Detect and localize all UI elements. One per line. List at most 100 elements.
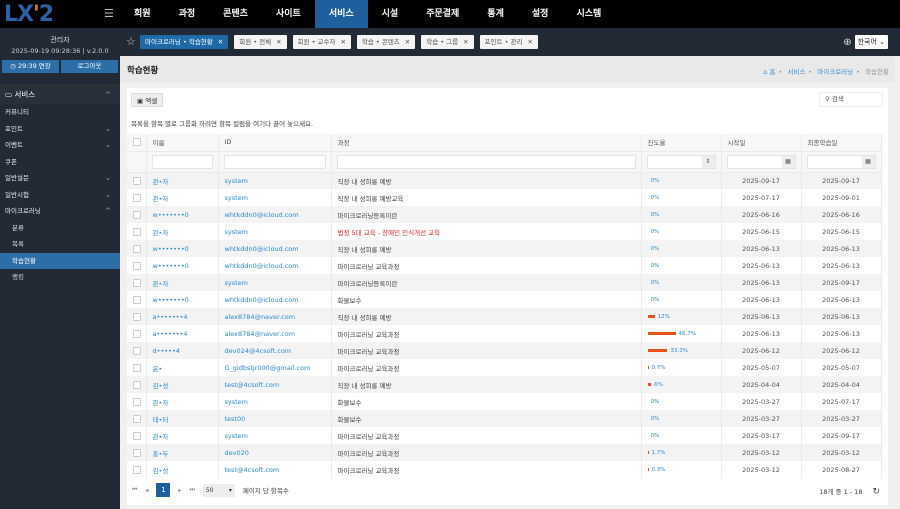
column-header-id[interactable]: ID (218, 134, 332, 152)
cell-id[interactable]: whtkddn0@icloud.com (218, 240, 332, 257)
close-icon[interactable]: ✕ (340, 38, 345, 46)
calendar-icon[interactable]: ▦ (861, 155, 875, 168)
filter-course-input[interactable] (336, 154, 636, 169)
cell-id[interactable]: G_gidbstjr000@gmail.com (218, 359, 332, 376)
cell-id[interactable]: system (218, 393, 332, 410)
table-row[interactable]: a•••••••4 alex8784@naver.com 직장 내 성희롱 예방… (127, 308, 882, 325)
favorite-star-icon[interactable]: ☆ (126, 36, 136, 47)
nav-item[interactable]: 주문결제 (412, 0, 473, 28)
table-row[interactable]: 관•자 system 마이크로러닝등록이란 0% 2025-06-13 2025… (127, 274, 882, 291)
nav-item[interactable]: 시설 (368, 0, 413, 28)
table-row[interactable]: 관•자 system 직장 내 성희롱 예방 0% 2025-09-17 202… (127, 172, 882, 189)
cell-id[interactable]: system (218, 223, 332, 240)
sidebar-subitem[interactable]: 랭킹 (0, 269, 120, 286)
cell-id[interactable]: test00 (218, 410, 332, 427)
sidebar-item[interactable]: 일반시험 ⌄ (0, 187, 120, 204)
cell-name[interactable]: w•••••••0 (146, 257, 219, 274)
cell-id[interactable]: alex8784@naver.com (218, 308, 332, 325)
close-icon[interactable]: ✕ (527, 38, 532, 46)
close-icon[interactable]: ✕ (276, 38, 281, 46)
sidebar-group-service[interactable]: ▭ 서비스 ^ (0, 86, 120, 104)
nav-item[interactable]: 통계 (473, 0, 518, 28)
cell-id[interactable]: whtkddn0@icloud.com (218, 206, 332, 223)
cell-name[interactable]: 김•성 (146, 376, 219, 393)
table-row[interactable]: w•••••••0 whtkddn0@icloud.com 화물보수 0% 20… (127, 291, 882, 308)
table-row[interactable]: 홍•두 dev020 마이크로러닝 교육과정 1.7% 2025-03-12 2… (127, 444, 882, 461)
row-checkbox[interactable] (133, 465, 141, 474)
row-checkbox[interactable] (133, 414, 141, 423)
sidebar-subitem[interactable]: 분류 (0, 220, 120, 237)
cell-name[interactable]: 관•자 (146, 427, 219, 444)
refresh-icon[interactable]: ↻ (872, 487, 880, 497)
nav-item[interactable]: 설정 (518, 0, 563, 28)
table-row[interactable]: d•••••4 dev024@4csoft.com 마이크로러닝 교육과정 33… (127, 342, 882, 359)
column-header-progress[interactable]: 진도율 (641, 134, 722, 152)
cell-id[interactable]: system (218, 189, 332, 206)
sidebar-item[interactable]: 이벤트 ⌄ (0, 137, 120, 154)
cell-name[interactable]: 관•자 (146, 223, 219, 240)
first-page-icon[interactable]: ⏮ (132, 486, 137, 494)
session-extend-button[interactable]: ◷ 29:39 연장 (2, 60, 59, 73)
logout-button[interactable]: 로그아웃 (61, 60, 118, 73)
cell-id[interactable]: whtkddn0@icloud.com (218, 291, 332, 308)
table-row[interactable]: w•••••••0 whtkddn0@icloud.com 직장 내 성희롱 예… (127, 240, 882, 257)
open-tab[interactable]: 마이크로러닝 • 학습현황 ✕ (140, 35, 229, 49)
cell-name[interactable]: d•••••4 (146, 342, 219, 359)
nav-item[interactable]: 사이트 (262, 0, 315, 28)
row-checkbox[interactable] (133, 363, 141, 372)
table-row[interactable]: 김•성 test@4csoft.com 마이크로러닝 교육과정 0.3% 202… (127, 461, 882, 478)
row-checkbox[interactable] (133, 193, 141, 202)
table-row[interactable]: 김•성 test@4csoft.com 직장 내 성희롱 예방 6% 2025-… (127, 376, 882, 393)
sidebar-subitem[interactable]: 목록 (0, 236, 120, 253)
select-all-checkbox[interactable] (133, 138, 141, 147)
cell-name[interactable]: 김•성 (146, 461, 219, 478)
breadcrumb-service[interactable]: 서비스 (787, 68, 805, 76)
filter-start-date-input[interactable]: ▦ (726, 154, 796, 169)
cell-id[interactable]: alex8784@naver.com (218, 325, 332, 342)
nav-item[interactable]: 과정 (165, 0, 210, 28)
sidebar-item[interactable]: 마이크로러닝 ^ (0, 203, 120, 220)
cell-id[interactable]: whtkddn0@icloud.com (218, 257, 332, 274)
sidebar-item[interactable]: 포인트 ⌄ (0, 121, 120, 138)
cell-name[interactable]: 관•자 (146, 274, 219, 291)
sidebar-subitem[interactable]: 학습현황 (0, 252, 120, 269)
row-checkbox[interactable] (133, 397, 141, 406)
cell-name[interactable]: 관•자 (146, 172, 219, 189)
open-tab[interactable]: 학습 • 콘텐츠 ✕ (356, 35, 416, 49)
cell-name[interactable]: 윤• (146, 359, 219, 376)
close-icon[interactable]: ✕ (463, 38, 468, 46)
table-row[interactable]: 관•자 system 직장 내 성희롱 예방교육 0% 2025-07-17 2… (127, 189, 882, 206)
row-checkbox[interactable] (133, 176, 141, 185)
cell-name[interactable]: 홍•두 (146, 444, 219, 461)
page-1-button[interactable]: 1 (156, 483, 171, 497)
table-row[interactable]: 테•터 test00 화물보수 0% 2025-03-27 2025-03-27 (127, 410, 882, 427)
cell-id[interactable]: test@4csoft.com (218, 376, 332, 393)
column-header-start-date[interactable]: 시작일 (721, 134, 802, 152)
column-header-last-date[interactable]: 최종학습일 (801, 134, 882, 152)
menu-icon[interactable]: ☰ (104, 7, 114, 20)
next-page-icon[interactable]: ▸ (178, 487, 181, 494)
cell-name[interactable]: w•••••••0 (146, 206, 219, 223)
cell-id[interactable]: dev024@4csoft.com (218, 342, 332, 359)
table-row[interactable]: a•••••••4 alex8784@naver.com 마이크로러닝 교육과정… (127, 325, 882, 342)
row-checkbox[interactable] (133, 312, 141, 321)
row-checkbox[interactable] (133, 278, 141, 287)
cell-id[interactable]: test@4csoft.com (218, 461, 332, 478)
cell-id[interactable]: dev020 (218, 444, 332, 461)
row-checkbox[interactable] (133, 210, 141, 219)
cell-id[interactable]: system (218, 172, 332, 189)
nav-item[interactable]: 시스템 (562, 0, 615, 28)
language-select[interactable]: 한국어 ⌄ (854, 35, 888, 49)
row-checkbox[interactable] (133, 227, 141, 236)
row-checkbox[interactable] (133, 448, 141, 457)
table-row[interactable]: 관•자 system 화물보수 0% 2025-03-27 2025-07-17 (127, 393, 882, 410)
prev-page-icon[interactable]: ◂ (145, 487, 148, 494)
cell-name[interactable]: 관•자 (146, 393, 219, 410)
cell-name[interactable]: a•••••••4 (146, 325, 219, 342)
excel-export-button[interactable]: ▣ 엑셀 (131, 93, 164, 107)
column-header-course[interactable]: 과정 (331, 134, 642, 152)
filter-progress-input[interactable]: ⇕ (646, 154, 716, 169)
row-checkbox[interactable] (133, 346, 141, 355)
open-tab[interactable]: 회원 • 교수자 ✕ (292, 35, 351, 49)
filter-name-input[interactable] (151, 154, 213, 169)
